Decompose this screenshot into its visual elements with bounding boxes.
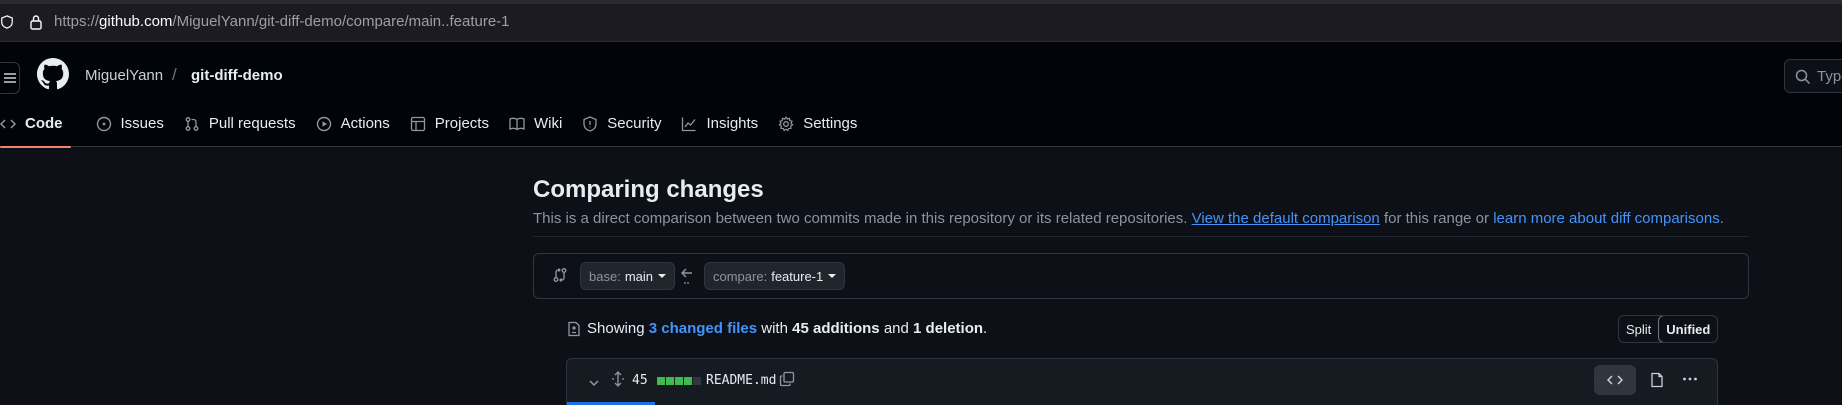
file-change-count: 45 — [632, 373, 648, 388]
play-icon — [316, 116, 331, 131]
search-placeholder: Type — [1817, 68, 1842, 85]
deletions-count: 1 deletion — [913, 320, 984, 337]
diffstat-square — [675, 377, 683, 385]
path-separator: / — [172, 65, 177, 84]
unfold-icon[interactable] — [610, 371, 626, 387]
description-text: . — [1719, 210, 1724, 227]
tab-label: Issues — [120, 115, 164, 132]
tab-projects[interactable]: Projects — [400, 100, 499, 147]
split-view-button[interactable]: Split — [1619, 316, 1658, 342]
tab-code[interactable]: Code — [0, 100, 73, 148]
summary-text: and — [883, 320, 909, 337]
repo-owner-link[interactable]: MiguelYann — [85, 67, 163, 84]
repo-header: MiguelYann / git-diff-demo Type Code Iss… — [0, 42, 1842, 148]
tab-label: Security — [607, 115, 662, 132]
diffstat-square — [693, 377, 701, 385]
gear-icon — [778, 115, 794, 131]
github-logo-icon[interactable] — [37, 58, 69, 90]
summary-text: . — [983, 320, 988, 337]
file-name-link[interactable]: README.md — [706, 373, 776, 388]
url-path: /MiguelYann/git-diff-demo/compare/main..… — [172, 13, 510, 30]
shield-icon[interactable] — [0, 15, 14, 29]
description-text: for this range or — [1383, 210, 1490, 227]
tab-label: Actions — [340, 115, 390, 132]
additions-count: 45 additions — [792, 320, 880, 337]
compare-branch-select[interactable]: compare: feature-1 — [704, 262, 846, 290]
divider — [533, 236, 1749, 237]
diffstat-bars — [657, 377, 701, 385]
repo-nav-tabs: Code Issues Pull requests Actions Projec… — [0, 100, 867, 148]
diffstat-square — [666, 377, 674, 385]
url-field[interactable]: https://github.com/MiguelYann/git-diff-d… — [54, 13, 510, 30]
diffstat-square — [657, 377, 665, 385]
page-title: Comparing changes — [533, 176, 764, 203]
diff-summary: Showing 3 changed files with 45 addition… — [566, 320, 987, 337]
base-branch-select[interactable]: base: main — [580, 262, 675, 290]
tab-label: Wiki — [533, 115, 563, 132]
tab-pull-requests[interactable]: Pull requests — [174, 100, 306, 147]
tab-wiki[interactable]: Wiki — [499, 100, 572, 147]
page-description: This is a direct comparison between two … — [533, 210, 1724, 227]
repo-name-link[interactable]: git-diff-demo — [191, 67, 283, 84]
file-header: 45 README.md — [566, 358, 1718, 405]
tab-insights[interactable]: Insights — [671, 100, 768, 147]
lock-icon[interactable] — [29, 14, 43, 30]
search-input[interactable]: Type — [1784, 59, 1842, 93]
compare-key: compare: — [713, 268, 768, 284]
unified-view-button[interactable]: Unified — [1658, 316, 1718, 342]
changed-files-link[interactable]: 3 changed files — [649, 320, 757, 337]
book-icon — [509, 117, 525, 130]
tab-actions[interactable]: Actions — [306, 100, 400, 147]
url-host: github.com — [99, 13, 173, 30]
caret-down-icon — [828, 274, 837, 278]
url-prefix: https:// — [54, 13, 100, 30]
tab-issues[interactable]: Issues — [86, 100, 174, 147]
graph-icon — [682, 117, 696, 131]
menu-button[interactable] — [0, 62, 20, 94]
browser-top-strip — [0, 0, 1842, 4]
rich-view-button[interactable] — [1636, 365, 1678, 395]
tab-label: Pull requests — [208, 115, 296, 132]
arrow-left-icon — [681, 268, 692, 284]
base-value: main — [624, 268, 653, 284]
hamburger-icon — [3, 73, 16, 83]
table-icon — [410, 116, 425, 131]
file-view-toggle — [1594, 365, 1678, 395]
tab-label: Code — [25, 115, 63, 132]
base-key: base: — [589, 268, 621, 284]
tab-security[interactable]: Security — [572, 100, 671, 147]
source-view-button[interactable] — [1594, 365, 1636, 395]
caret-down-icon — [658, 274, 666, 278]
tab-label: Projects — [434, 115, 489, 132]
compare-icon — [553, 268, 567, 282]
diffstat-square — [684, 377, 692, 385]
chevron-down-icon[interactable] — [587, 376, 601, 390]
tab-label: Insights — [706, 115, 759, 132]
summary-text: with — [761, 320, 788, 337]
description-text: This is a direct comparison between two … — [533, 210, 1188, 227]
compare-range-bar: base: main compare: feature-1 — [533, 253, 1749, 299]
browser-url-bar: https://github.com/MiguelYann/git-diff-d… — [0, 0, 1842, 42]
kebab-horizontal-icon[interactable] — [1682, 371, 1698, 387]
diff-view-toggle: Split Unified — [1618, 315, 1719, 343]
compare-value: feature-1 — [771, 268, 824, 284]
code-icon — [0, 118, 16, 129]
pull-request-icon — [185, 116, 199, 131]
issue-icon — [96, 116, 111, 131]
tab-label: Settings — [803, 115, 858, 132]
summary-text: Showing — [587, 320, 645, 337]
shield-icon — [583, 115, 597, 132]
learn-more-link[interactable]: learn more about diff comparisons — [1493, 210, 1720, 227]
default-comparison-link[interactable]: View the default comparison — [1192, 210, 1380, 227]
file-icon — [1651, 372, 1663, 388]
code-icon — [1607, 375, 1623, 385]
file-diff-icon — [568, 321, 580, 336]
tab-settings[interactable]: Settings — [768, 100, 867, 147]
search-icon — [1795, 69, 1811, 85]
copy-icon[interactable] — [779, 371, 795, 387]
